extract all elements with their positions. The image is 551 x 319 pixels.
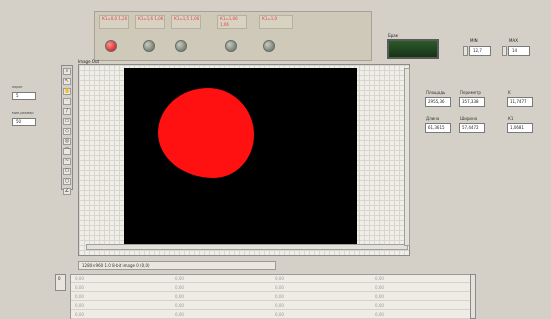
point-icon[interactable]: ·	[63, 98, 71, 105]
led-indicator-4-gray	[225, 40, 237, 52]
pan-icon[interactable]: ✋	[63, 88, 71, 95]
k1-value: 1,0681	[507, 123, 533, 133]
table-row: 0,00 0,00 0,00 0,00	[71, 293, 471, 301]
image-vertical-scrollbar[interactable]	[404, 68, 410, 246]
rotated-rectangle-icon[interactable]: ◇	[63, 128, 71, 135]
k-value: 11,7477	[507, 97, 533, 107]
polyline-icon[interactable]: ⌒	[63, 148, 71, 155]
table-cell: 0,00	[75, 312, 84, 317]
zoom-icon[interactable]: ⌕	[63, 68, 71, 75]
table-cell: 0,00	[375, 276, 384, 281]
min-spinner[interactable]	[463, 46, 468, 56]
table-cell: 0,00	[275, 303, 284, 308]
table-row: 0,00 0,00 0,00 0,00	[71, 275, 471, 283]
max-input[interactable]: 14	[508, 46, 530, 56]
width-value: 57,4472	[459, 123, 485, 133]
table-index[interactable]: 0	[55, 274, 66, 291]
rectangle-icon[interactable]: ▭	[63, 118, 71, 125]
threshold-label: порог	[12, 85, 23, 89]
table-cell: 0,00	[375, 285, 384, 290]
table-cell: 0,00	[75, 285, 84, 290]
perimeter-value: 357,338	[459, 97, 485, 107]
table-cell: 0,00	[75, 294, 84, 299]
polygon-icon[interactable]: ⬠	[63, 168, 71, 175]
led-indicator-1-red	[105, 40, 117, 52]
table-cell: 0,00	[175, 303, 184, 308]
table-cell: 0,00	[75, 303, 84, 308]
table-cell: 0,00	[375, 312, 384, 317]
brightness-indicator	[387, 39, 439, 59]
image-horizontal-scrollbar[interactable]	[86, 244, 408, 250]
table-vertical-scrollbar[interactable]	[470, 274, 476, 319]
max-spinner[interactable]	[502, 46, 507, 56]
table-row: 0,00 0,00 0,00 0,00	[71, 311, 471, 319]
table-cell: 0,00	[275, 285, 284, 290]
min-label: MIN	[470, 38, 478, 43]
table-row: 0,00 0,00 0,00 0,00	[71, 302, 471, 310]
table-cell: 0,00	[375, 294, 384, 299]
threshold-input[interactable]: 5	[12, 92, 36, 100]
led-label-5: К1=1,0	[259, 15, 293, 29]
table-cell: 0,00	[275, 294, 284, 299]
table-cell: 0,00	[175, 312, 184, 317]
min-size-input[interactable]: 50	[12, 118, 36, 126]
perimeter-label: Периметр	[460, 90, 481, 95]
oval-icon[interactable]: ○	[63, 178, 71, 185]
min-input[interactable]: 12,7	[469, 46, 491, 56]
area-value: 2955,36	[425, 97, 451, 107]
led-indicator-2-gray	[143, 40, 155, 52]
image-status-bar: 1280×960 1.0 8-bit image 0 (0,0)	[78, 261, 276, 270]
led-indicator-panel: К1=0,0 1,20 К1=1,6 1,06 К1=1,5 1,06 К1=1…	[94, 11, 372, 61]
led-label-1: К1=0,0 1,20	[99, 15, 129, 29]
results-table: 0,00 0,00 0,00 0,00 0,00 0,00 0,00 0,00 …	[70, 274, 472, 319]
table-cell: 0,00	[275, 276, 284, 281]
table-cell: 0,00	[75, 276, 84, 281]
image-toolbar: ⌕ ↖ ✋ · / ▭ ◇ ◎ ⌒ ~ ⬠ ○ ∠	[61, 65, 73, 195]
table-cell: 0,00	[175, 276, 184, 281]
freehand-icon[interactable]: ~	[63, 158, 71, 165]
led-label-4: К1=1,06 1,06	[217, 15, 247, 29]
length-value: 61,3615	[425, 123, 451, 133]
area-label: Площадь	[426, 90, 446, 95]
pointer-icon[interactable]: ↖	[63, 78, 71, 85]
brightness-label: Брак	[388, 33, 399, 38]
annulus-icon[interactable]: ◎	[63, 138, 71, 145]
k-label: K	[508, 90, 511, 95]
table-cell: 0,00	[175, 285, 184, 290]
line-icon[interactable]: /	[63, 108, 71, 115]
length-label: Длина	[426, 116, 440, 121]
broken-line-icon[interactable]: ∠	[63, 188, 71, 195]
led-indicator-3-gray	[175, 40, 187, 52]
table-cell: 0,00	[375, 303, 384, 308]
max-label: MAX	[509, 38, 518, 43]
table-cell: 0,00	[175, 294, 184, 299]
led-indicator-5-gray	[263, 40, 275, 52]
led-label-2: К1=1,6 1,06	[135, 15, 165, 29]
table-cell: 0,00	[275, 312, 284, 317]
led-label-3: К1=1,5 1,06	[171, 15, 201, 29]
table-row: 0,00 0,00 0,00 0,00	[71, 284, 471, 292]
k1-label: К1	[508, 116, 514, 121]
min-size-label: мин.размер	[12, 111, 34, 115]
width-label: Ширина	[460, 116, 478, 121]
